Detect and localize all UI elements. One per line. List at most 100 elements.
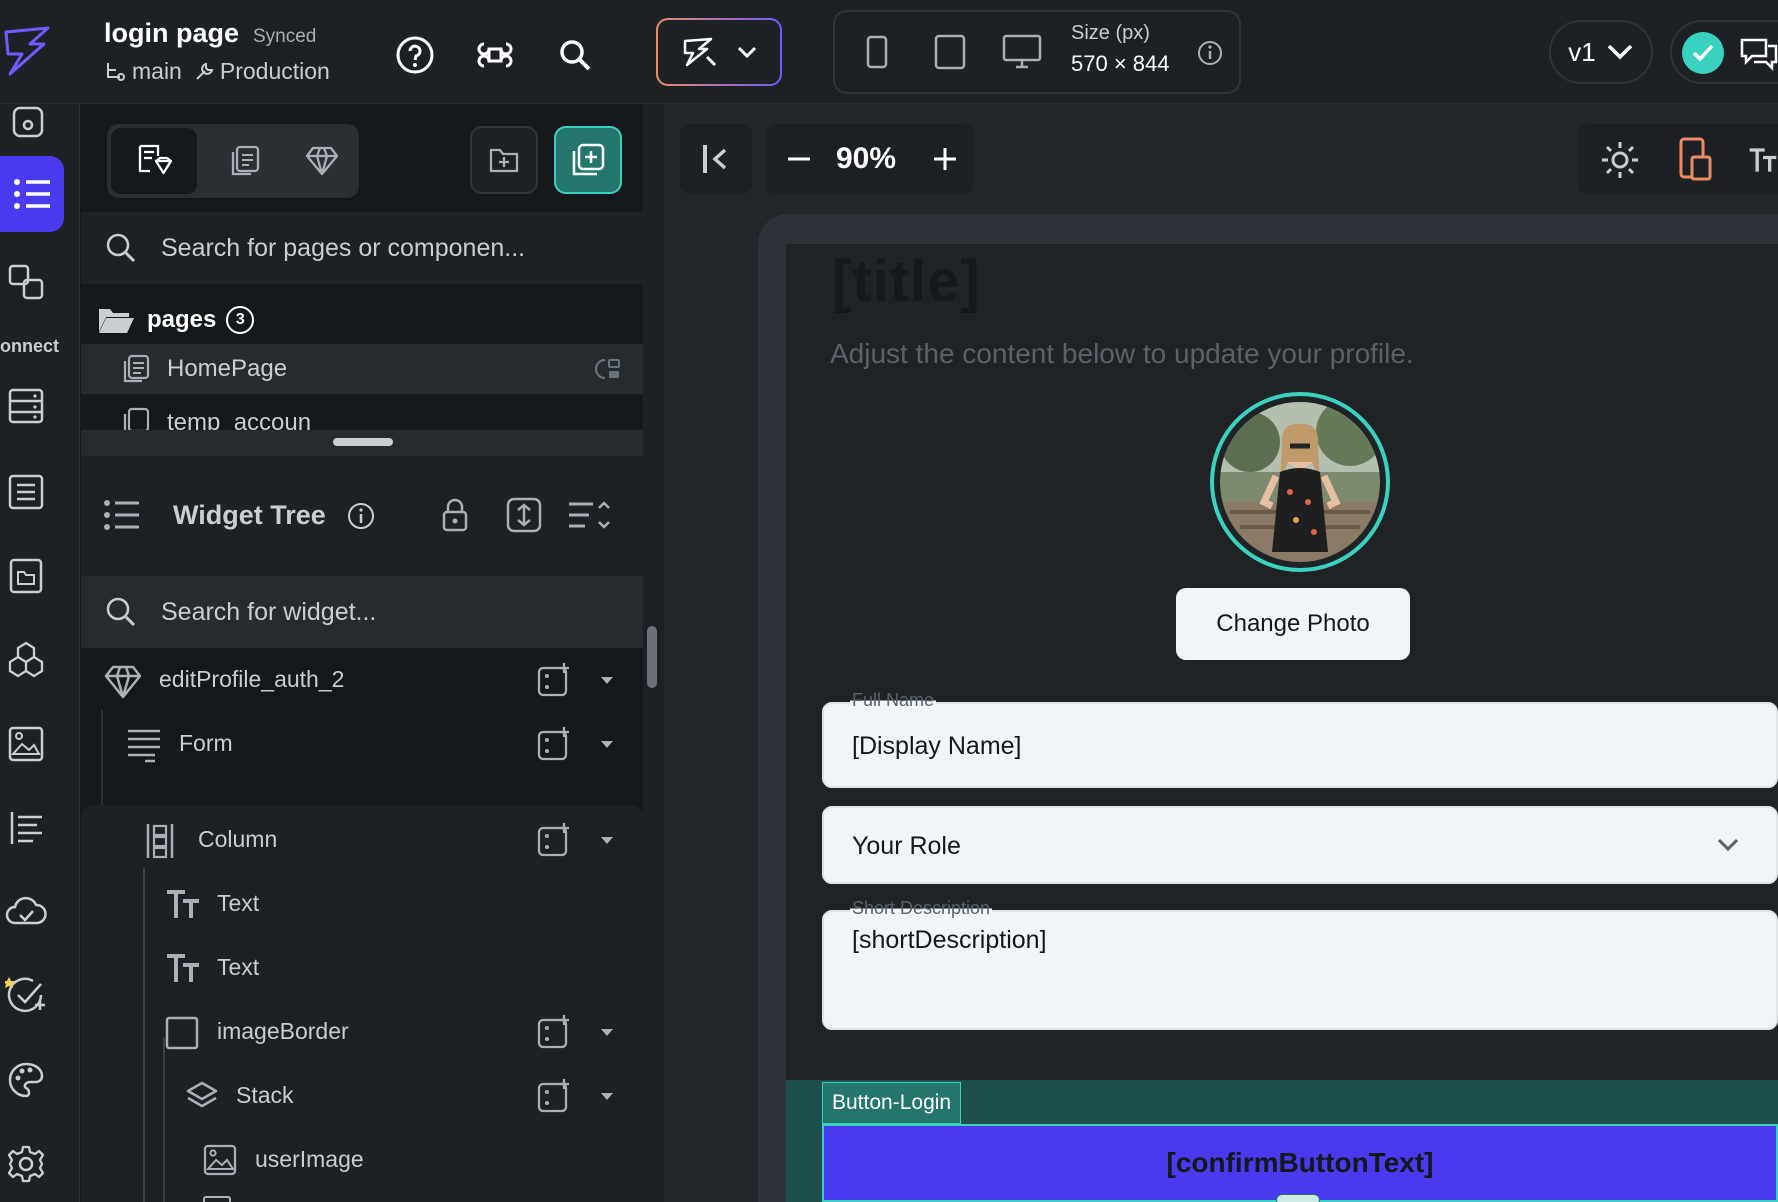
tree-node-form[interactable]: Form [81, 712, 643, 776]
page-name: HomePage [167, 355, 288, 382]
profile-avatar[interactable] [1210, 392, 1390, 572]
expand-caret-icon[interactable] [601, 741, 613, 748]
text-style-icon[interactable] [1748, 140, 1778, 180]
phone-icon[interactable] [857, 32, 897, 72]
tree-node-userimage[interactable]: userImage [81, 1128, 643, 1192]
panel-splitter[interactable] [643, 104, 664, 1202]
short-description-value: [shortDescription] [852, 926, 1047, 954]
expand-caret-icon[interactable] [601, 1093, 613, 1100]
preview-subtitle: Adjust the content below to update your … [830, 338, 1414, 369]
expand-caret-icon[interactable] [601, 837, 613, 844]
comments-icon[interactable] [1738, 34, 1778, 74]
pane-resize-handle[interactable] [81, 430, 643, 456]
navigation-icon[interactable] [0, 256, 52, 308]
command-icon[interactable] [472, 32, 518, 78]
size-value: 570 × 844 [1071, 51, 1170, 76]
test-check-icon[interactable] [0, 970, 52, 1022]
collapse-panel-icon[interactable] [680, 124, 752, 194]
check-status-icon[interactable] [1682, 32, 1724, 74]
widget-tree-nav-icon[interactable] [0, 156, 64, 232]
tree-node-label: imageBorder [217, 1018, 349, 1044]
settings-gear-icon[interactable] [0, 1138, 52, 1190]
pages-folder[interactable]: pages 3 [97, 300, 255, 340]
branch-name[interactable]: main [132, 58, 182, 85]
tree-node-stack[interactable]: Stack [81, 1064, 643, 1128]
top-bar: login page Synced main Production Size (… [0, 0, 1778, 104]
role-dropdown[interactable]: Your Role [822, 806, 1778, 884]
short-description-field[interactable]: [shortDescription] [822, 910, 1778, 1030]
theme-palette-icon[interactable] [0, 1054, 52, 1106]
tablet-icon[interactable] [927, 32, 973, 72]
add-child-icon[interactable] [536, 726, 572, 762]
lock-icon[interactable] [441, 498, 469, 532]
version-dropdown[interactable]: v1 [1549, 20, 1653, 84]
sort-filter-icon[interactable] [567, 500, 611, 530]
chevron-down-icon [737, 45, 757, 59]
responsive-device-icon[interactable] [1674, 136, 1718, 182]
widget-search-bar[interactable]: Search for widget... [81, 576, 643, 648]
add-child-icon[interactable] [536, 822, 572, 858]
image-icon [203, 1144, 237, 1176]
add-child-icon[interactable] [536, 662, 572, 698]
api-list-icon[interactable] [0, 466, 52, 518]
resize-grip[interactable] [333, 438, 393, 446]
page-name: temp_accoun [167, 409, 312, 430]
size-label: Size (px) [1071, 22, 1150, 44]
page-components-tab-icon[interactable] [111, 128, 197, 194]
folder-icon[interactable] [0, 550, 52, 602]
widget-tree-title: Widget Tree [173, 500, 326, 530]
pages-tab-icon[interactable] [211, 128, 277, 194]
media-assets-icon[interactable] [0, 718, 52, 770]
zoom-in-icon[interactable] [926, 140, 964, 178]
add-folder-icon[interactable] [470, 126, 538, 194]
change-photo-button[interactable]: Change Photo [1176, 588, 1410, 660]
database-icon[interactable] [0, 380, 52, 432]
desktop-icon[interactable] [997, 32, 1047, 72]
expand-caret-icon[interactable] [601, 1029, 613, 1036]
page-icon[interactable] [2, 96, 54, 148]
initial-page-icon[interactable] [591, 356, 621, 382]
ai-gen-dropdown[interactable] [656, 18, 782, 86]
page-file-icon [121, 354, 151, 384]
components-tab-icon[interactable] [289, 128, 355, 194]
tree-node-text[interactable]: Text [81, 872, 643, 936]
flutterflow-logo[interactable] [0, 22, 56, 78]
add-child-icon[interactable] [536, 1014, 572, 1050]
search-icon[interactable] [552, 32, 598, 78]
tree-node-text[interactable]: Text [81, 936, 643, 1000]
tree-node-imageborder[interactable]: imageBorder [81, 1000, 643, 1064]
expand-caret-icon[interactable] [601, 677, 613, 684]
confirm-button[interactable]: [confirmButtonText] [822, 1124, 1778, 1202]
zoom-out-icon[interactable] [780, 140, 818, 178]
folder-name: pages [147, 306, 217, 333]
tree-node-column[interactable]: Column [81, 808, 643, 872]
resize-handle[interactable] [1276, 1194, 1320, 1202]
help-icon[interactable] [392, 32, 438, 78]
zoom-level: 90% [836, 142, 897, 175]
info-icon[interactable] [347, 502, 375, 530]
cloud-icon[interactable] [0, 886, 52, 938]
page-search-placeholder: Search for pages or componen... [161, 233, 526, 262]
connect-label: onnect [0, 336, 60, 356]
version-label: v1 [1568, 36, 1596, 67]
user-photo-icon [1220, 402, 1380, 562]
add-page-icon[interactable] [554, 126, 622, 194]
page-item-homepage[interactable]: HomePage [81, 344, 643, 394]
align-text-icon[interactable] [0, 802, 52, 854]
next-node-icon [203, 1196, 231, 1202]
widget-tree: editProfile_auth_2 Form Column Text Text… [81, 648, 643, 1202]
panel-scrollbar[interactable] [647, 626, 657, 688]
page-search-bar[interactable]: Search for pages or componen... [81, 212, 643, 284]
full-name-field[interactable]: [Display Name] [822, 702, 1778, 788]
environment-name[interactable]: Production [220, 58, 330, 85]
full-name-value: [Display Name] [852, 732, 1022, 760]
tree-node-editprofile[interactable]: editProfile_auth_2 [81, 648, 643, 712]
add-child-icon[interactable] [536, 1078, 572, 1114]
components-icon[interactable] [0, 634, 52, 686]
expand-collapse-icon[interactable] [505, 496, 543, 534]
widget-tree-list-icon [103, 498, 141, 532]
light-mode-sun-icon[interactable] [1598, 138, 1642, 182]
info-icon[interactable] [1195, 38, 1225, 68]
page-item-temp-account[interactable]: temp_accoun [81, 394, 643, 430]
search-icon [105, 596, 137, 628]
